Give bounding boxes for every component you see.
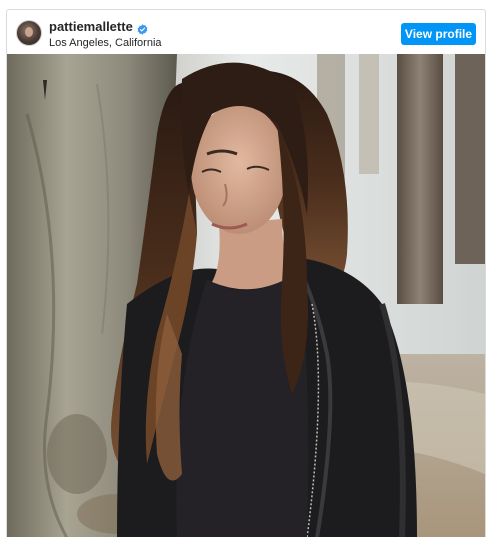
photo-illustration <box>7 54 485 537</box>
post-photo[interactable] <box>7 54 485 537</box>
location-link[interactable]: Los Angeles, California <box>49 36 162 50</box>
user-info: pattiemallette Los Angeles, California <box>49 19 162 50</box>
username-row: pattiemallette <box>49 19 162 35</box>
username-link[interactable]: pattiemallette <box>49 19 133 35</box>
view-profile-button[interactable]: View profile <box>401 23 476 45</box>
verified-badge-icon <box>137 22 148 35</box>
post-header: pattiemallette Los Angeles, California V… <box>7 10 485 54</box>
avatar[interactable] <box>16 20 42 46</box>
instagram-embed-card: pattiemallette Los Angeles, California V… <box>6 9 486 537</box>
